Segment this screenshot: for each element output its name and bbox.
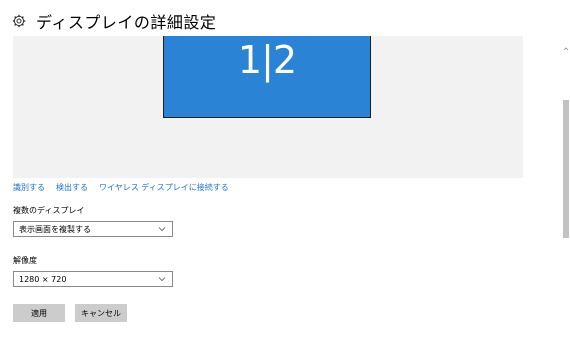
chevron-down-icon [158, 275, 166, 283]
resolution-dropdown[interactable]: 1280 × 720 [13, 271, 173, 287]
display-preview-area: 1|2 [13, 36, 523, 178]
multiple-displays-value: 表示画面を複製する [19, 224, 91, 234]
identify-link[interactable]: 識別する [13, 182, 45, 193]
monitor-tile[interactable]: 1|2 [163, 36, 371, 118]
page-header: ディスプレイの詳細設定 [12, 9, 216, 33]
chevron-down-icon [158, 225, 166, 233]
page-title: ディスプレイの詳細設定 [36, 13, 217, 32]
vertical-scrollbar[interactable] [562, 0, 570, 339]
resolution-label: 解像度 [13, 256, 37, 265]
monitor-label: 1|2 [237, 38, 297, 82]
multiple-displays-label: 複数のディスプレイ [13, 206, 85, 215]
display-links: 識別する 検出する ワイヤレス ディスプレイに接続する [13, 182, 229, 193]
wireless-display-link[interactable]: ワイヤレス ディスプレイに接続する [99, 182, 229, 193]
cancel-button[interactable]: キャンセル [75, 304, 127, 322]
scrollbar-thumb[interactable] [563, 100, 569, 238]
detect-link[interactable]: 検出する [56, 182, 88, 193]
scroll-down-icon[interactable] [563, 330, 569, 336]
multiple-displays-dropdown[interactable]: 表示画面を複製する [13, 221, 173, 237]
display-settings-page: ディスプレイの詳細設定 1|2 識別する 検出する ワイヤレス ディスプレイに接… [0, 0, 570, 339]
apply-button[interactable]: 適用 [13, 304, 65, 322]
scroll-up-icon[interactable] [563, 37, 569, 51]
gear-icon [12, 14, 26, 28]
resolution-value: 1280 × 720 [19, 274, 67, 284]
